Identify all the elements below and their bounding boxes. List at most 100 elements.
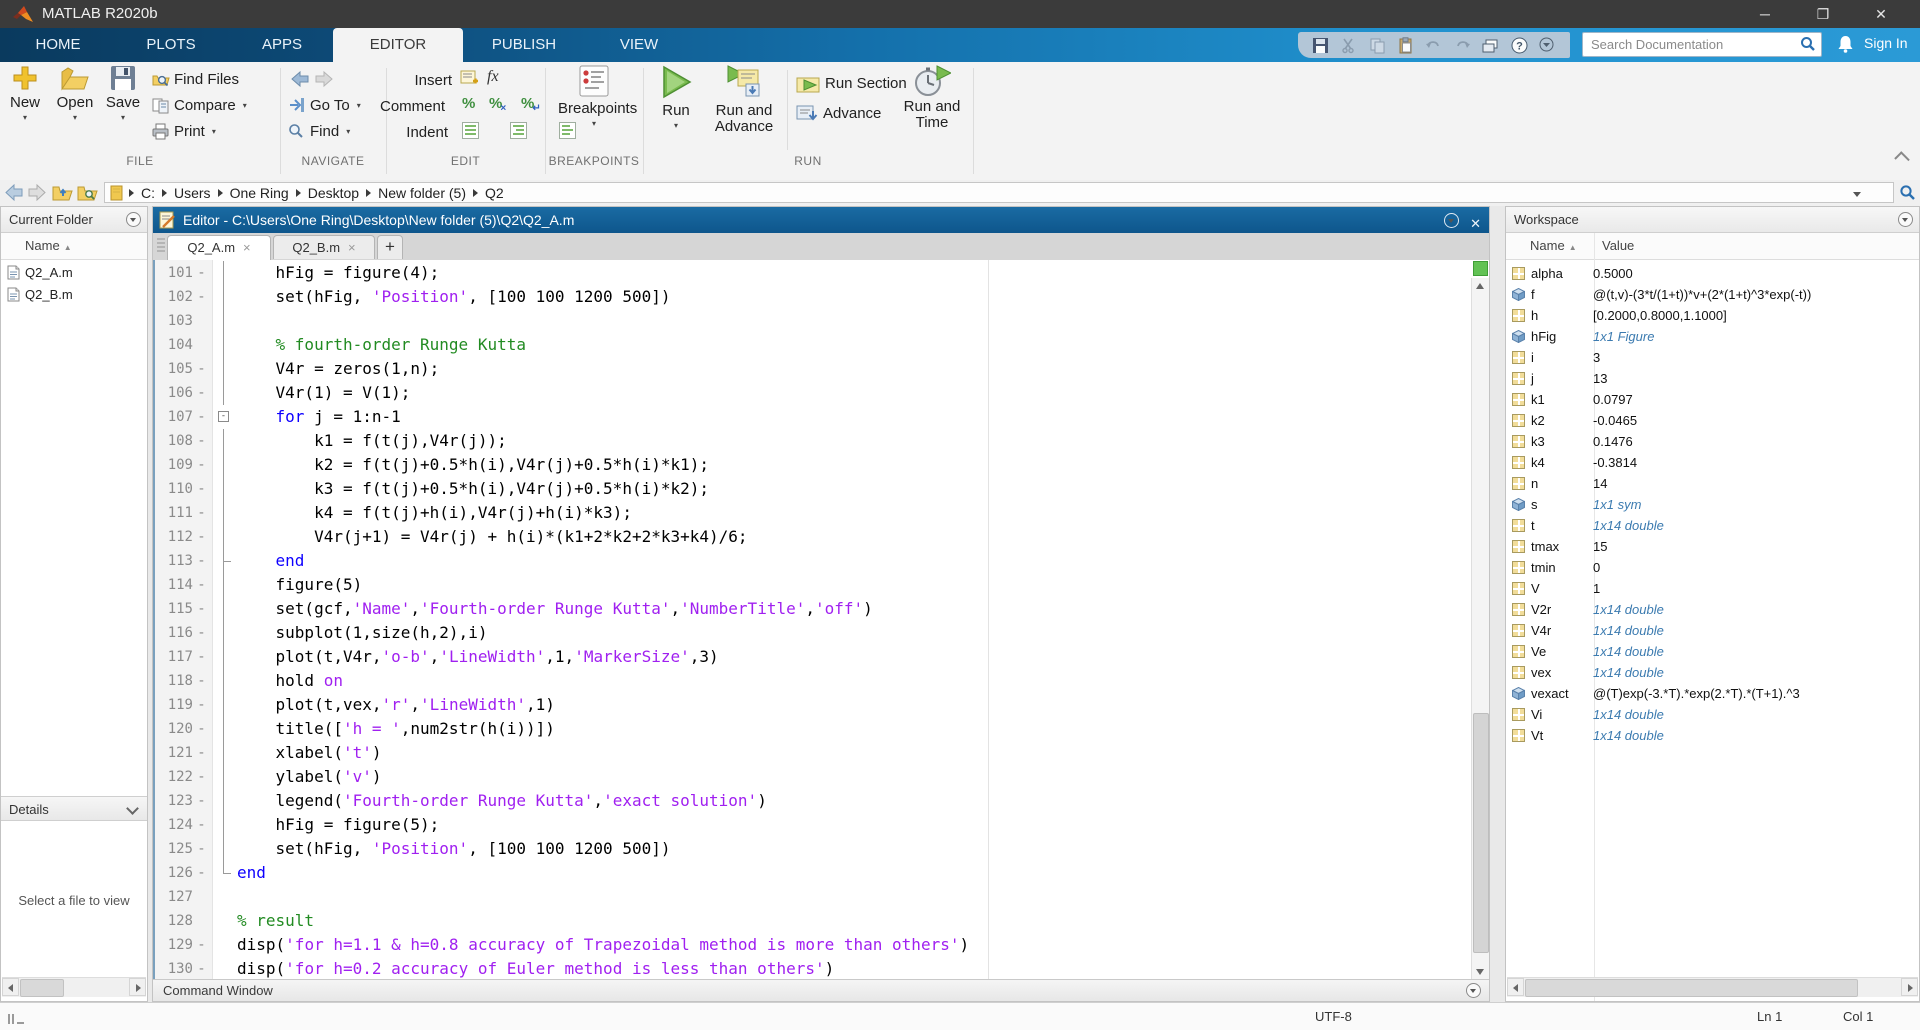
workspace-row[interactable]: Vt1x14 double — [1506, 725, 1919, 746]
executable-marker[interactable]: - — [193, 525, 210, 549]
workspace-row[interactable]: V1 — [1506, 578, 1919, 599]
code-line[interactable]: 113- end — [155, 549, 1489, 573]
code-line[interactable]: 126-end — [155, 861, 1489, 885]
workspace-row[interactable]: vex1x14 double — [1506, 662, 1919, 683]
executable-marker[interactable]: - — [193, 717, 210, 741]
current-folder-column-header[interactable]: Name▲ — [1, 233, 147, 260]
code-line[interactable]: 112- V4r(j+1) = V4r(j) + h(i)*(k1+2*k2+2… — [155, 525, 1489, 549]
workspace-column-header[interactable]: Name▲ Value — [1506, 233, 1919, 260]
sign-in-link[interactable]: Sign In — [1864, 35, 1908, 51]
breadcrumb-segment[interactable]: One Ring — [230, 185, 289, 201]
paste-icon[interactable] — [1397, 37, 1414, 54]
tab-close-icon[interactable]: × — [243, 240, 251, 255]
executable-marker[interactable]: - — [193, 501, 210, 525]
code-analyzer-indicator[interactable] — [1473, 261, 1488, 276]
code-line[interactable]: 130-disp('for h=0.2 accuracy of Euler me… — [155, 957, 1489, 979]
code-line[interactable]: 124- hFig = figure(5); — [155, 813, 1489, 837]
code-line[interactable]: 103 — [155, 309, 1489, 333]
code-line[interactable]: 106- V4r(1) = V(1); — [155, 381, 1489, 405]
run-and-advance-button[interactable]: Run and Advance — [706, 64, 782, 135]
executable-marker[interactable]: - — [193, 957, 210, 979]
workspace-row[interactable]: Vi1x14 double — [1506, 704, 1919, 725]
code-line[interactable]: 115- set(gcf,'Name','Fourth-order Runge … — [155, 597, 1489, 621]
code-line[interactable]: 107-- for j = 1:n-1 — [155, 405, 1489, 429]
run-section-button[interactable]: Run Section — [796, 72, 907, 94]
back-icon[interactable] — [290, 70, 310, 88]
executable-marker[interactable]: - — [193, 285, 210, 309]
ribbon-tab-plots[interactable]: PLOTS — [125, 28, 217, 62]
compare-button[interactable]: Compare▾ — [152, 94, 247, 116]
executable-marker[interactable]: - — [193, 405, 210, 429]
indent-right-icon[interactable] — [510, 122, 527, 139]
minimize-button[interactable]: ─ — [1742, 0, 1788, 28]
executable-marker[interactable]: - — [193, 789, 210, 813]
executable-marker[interactable]: - — [193, 621, 210, 645]
editor-tab-q2_a.m[interactable]: Q2_A.m× — [167, 235, 271, 260]
nav-back-icon[interactable] — [4, 183, 24, 203]
scroll-thumb[interactable] — [1525, 979, 1858, 997]
code-line[interactable]: 127 — [155, 885, 1489, 909]
executable-marker[interactable]: - — [193, 693, 210, 717]
cut-icon[interactable] — [1340, 37, 1357, 54]
executable-marker[interactable]: - — [193, 765, 210, 789]
workspace-hscrollbar[interactable] — [1507, 977, 1918, 997]
workspace-row[interactable]: V2r1x14 double — [1506, 599, 1919, 620]
breadcrumb-segment[interactable]: New folder (5) — [378, 185, 466, 201]
workspace-row[interactable]: hFig1x1 Figure — [1506, 326, 1919, 347]
insert-function-icon[interactable]: fx — [487, 68, 499, 86]
scroll-right-icon[interactable] — [129, 978, 146, 996]
workspace-row[interactable]: tmin0 — [1506, 557, 1919, 578]
executable-marker[interactable] — [193, 885, 210, 909]
workspace-menu-icon[interactable] — [1898, 212, 1913, 227]
details-bar[interactable]: Details — [1, 796, 147, 821]
scroll-thumb[interactable] — [1473, 713, 1489, 953]
breakpoints-button[interactable]: Breakpoints▾ — [558, 64, 630, 128]
executable-marker[interactable]: - — [193, 645, 210, 669]
workspace-row[interactable]: t1x14 double — [1506, 515, 1919, 536]
search-icon[interactable] — [1800, 36, 1816, 52]
workspace-row[interactable]: alpha0.5000 — [1506, 263, 1919, 284]
code-line[interactable]: 114- figure(5) — [155, 573, 1489, 597]
executable-marker[interactable]: - — [193, 381, 210, 405]
scroll-up-icon[interactable] — [1472, 278, 1488, 294]
executable-marker[interactable]: - — [193, 837, 210, 861]
editor-menu-icon[interactable] — [1444, 213, 1459, 228]
workspace-row[interactable]: k2-0.0465 — [1506, 410, 1919, 431]
go-to-button[interactable]: Go To▾ — [288, 94, 361, 116]
code-line[interactable]: 119- plot(t,vex,'r','LineWidth',1) — [155, 693, 1489, 717]
new-tab-button[interactable]: + — [377, 235, 403, 259]
command-window-bar[interactable]: Command Window — [153, 979, 1489, 1001]
executable-marker[interactable]: - — [193, 453, 210, 477]
code-line[interactable]: 128% result — [155, 909, 1489, 933]
executable-marker[interactable] — [193, 309, 210, 333]
executable-marker[interactable]: - — [193, 261, 210, 285]
copy-icon[interactable] — [1369, 37, 1386, 54]
code-line[interactable]: 118- hold on — [155, 669, 1489, 693]
editor-tab-q2_b.m[interactable]: Q2_B.m× — [273, 235, 375, 259]
quick-access-dropdown-icon[interactable] — [1539, 37, 1556, 54]
code-line[interactable]: 111- k4 = f(t(j)+h(i),V4r(j)+h(i)*k3); — [155, 501, 1489, 525]
code-line[interactable]: 108- k1 = f(t(j),V4r(j)); — [155, 429, 1489, 453]
workspace-row[interactable]: vexact@(T)exp(-3.*T).*exp(2.*T).*(T+1).^… — [1506, 683, 1919, 704]
command-window-menu-icon[interactable] — [1466, 983, 1481, 998]
scroll-left-icon[interactable] — [2, 978, 19, 996]
code-line[interactable]: 102- set(hFig, 'Position', [100 100 1200… — [155, 285, 1489, 309]
workspace-row[interactable]: s1x1 sym — [1506, 494, 1919, 515]
workspace-row[interactable]: k4-0.3814 — [1506, 452, 1919, 473]
workspace-row[interactable]: j13 — [1506, 368, 1919, 389]
ribbon-tab-editor[interactable]: EDITOR — [333, 28, 463, 62]
wrap-comments-icon[interactable]: %↵ — [521, 95, 543, 113]
code-line[interactable]: 129-disp('for h=1.1 & h=0.8 accuracy of … — [155, 933, 1489, 957]
print-button[interactable]: Print▾ — [152, 120, 216, 142]
code-line[interactable]: 121- xlabel('t') — [155, 741, 1489, 765]
executable-marker[interactable]: - — [193, 357, 210, 381]
forward-icon[interactable] — [314, 70, 334, 88]
current-folder-hscrollbar[interactable] — [2, 977, 146, 997]
breadcrumb-segment[interactable]: Desktop — [308, 185, 359, 201]
code-line[interactable]: 105- V4r = zeros(1,n); — [155, 357, 1489, 381]
browse-folder-icon[interactable] — [77, 183, 97, 203]
up-one-level-icon[interactable] — [52, 183, 72, 203]
workspace-row[interactable]: Ve1x14 double — [1506, 641, 1919, 662]
code-line[interactable]: 125- set(hFig, 'Position', [100 100 1200… — [155, 837, 1489, 861]
ribbon-tab-home[interactable]: HOME — [13, 28, 103, 62]
